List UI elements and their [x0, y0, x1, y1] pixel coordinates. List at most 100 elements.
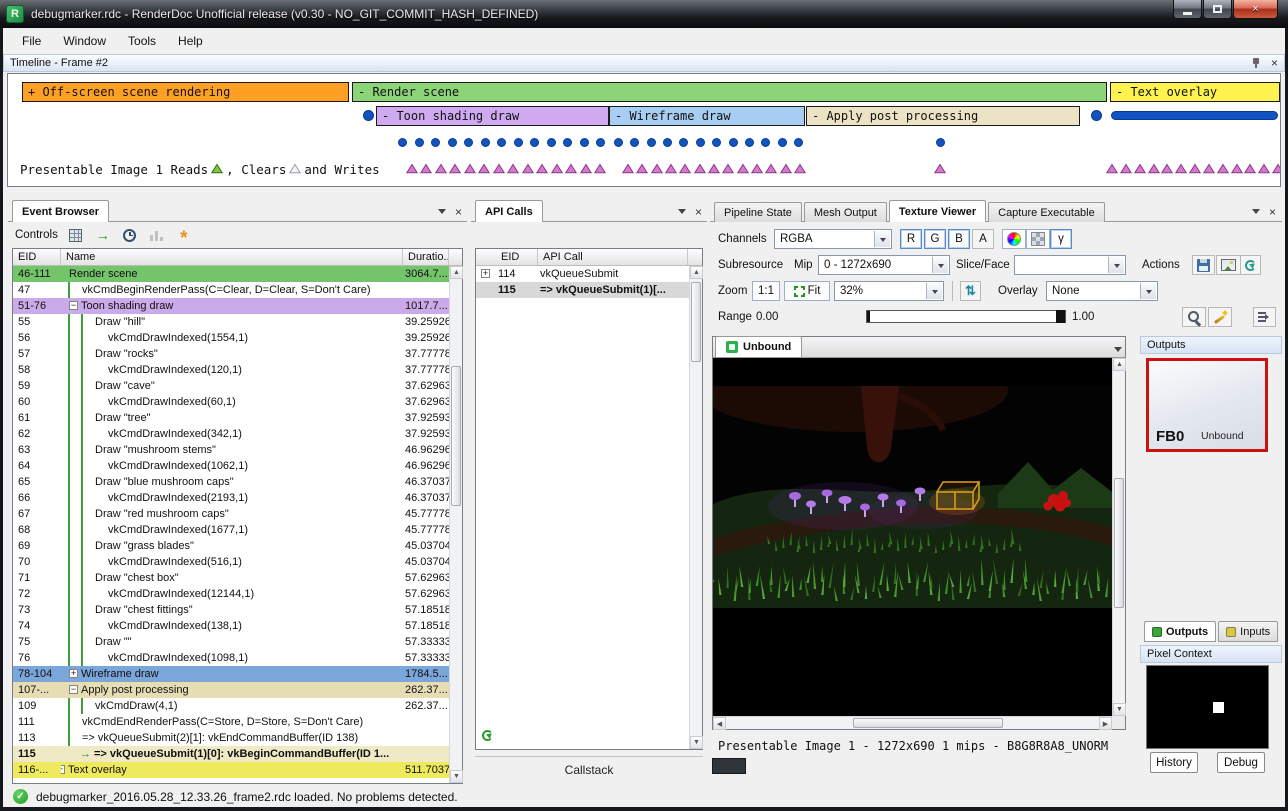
dock-menu-icon[interactable]: [438, 209, 446, 218]
table-row[interactable]: 60vkCmdDrawIndexed(60,1)37.62963: [13, 394, 449, 410]
table-row[interactable]: 109vkCmdDraw(4,1)262.37...: [13, 698, 449, 714]
scroll-thumb[interactable]: [853, 718, 1003, 728]
close-icon[interactable]: ×: [455, 207, 462, 217]
table-row[interactable]: 47vkCmdBeginRenderPass(C=Clear, D=Clear,…: [13, 282, 449, 298]
pixel-context-header[interactable]: Pixel Context: [1140, 645, 1282, 663]
timeline-event-dot[interactable]: [580, 138, 589, 147]
callstack-header[interactable]: Callstack: [475, 756, 703, 782]
scroll-thumb[interactable]: [1114, 478, 1124, 608]
table-row[interactable]: 71Draw "chest box"57.62963: [13, 570, 449, 586]
tab-inputs[interactable]: Inputs: [1218, 621, 1278, 642]
column-header[interactable]: API Call: [538, 249, 688, 265]
table-row[interactable]: 72vkCmdDrawIndexed(12144,1)57.62963: [13, 586, 449, 602]
table-row[interactable]: 63Draw "mushroom stems"46.96296: [13, 442, 449, 458]
outputs-header[interactable]: Outputs: [1140, 336, 1282, 354]
tab-event-browser[interactable]: Event Browser: [12, 200, 109, 222]
timeline-event-dot[interactable]: [464, 138, 473, 147]
scroll-right-icon[interactable]: ▶: [1099, 717, 1112, 730]
channels-select[interactable]: RGBA: [774, 229, 892, 249]
collapse-icon[interactable]: −: [69, 301, 78, 310]
history-button[interactable]: History: [1150, 752, 1198, 773]
table-row[interactable]: 61Draw "tree"37.92593: [13, 410, 449, 426]
timeline-event-dot[interactable]: [679, 138, 688, 147]
table-row[interactable]: 68vkCmdDrawIndexed(1677,1)45.77778: [13, 522, 449, 538]
scroll-up-icon[interactable]: ▲: [450, 266, 463, 279]
texture-image[interactable]: [713, 386, 1112, 608]
timeline-event-dot[interactable]: [745, 138, 754, 147]
table-row[interactable]: 56vkCmdDrawIndexed(1554,1)39.25926: [13, 330, 449, 346]
timeline-event-dot[interactable]: [363, 110, 374, 121]
channel-r-button[interactable]: R: [900, 229, 922, 249]
expand-icon[interactable]: +: [61, 765, 65, 774]
timeline-section[interactable]: - Toon shading draw: [376, 106, 609, 126]
range-black-handle[interactable]: [867, 311, 870, 322]
timeline-event-dot[interactable]: [778, 138, 787, 147]
timeline-section[interactable]: - Wireframe draw: [609, 106, 805, 126]
overlay-select[interactable]: None: [1046, 281, 1158, 301]
table-row[interactable]: 70vkCmdDrawIndexed(516,1)45.03704: [13, 554, 449, 570]
close-icon[interactable]: ×: [1271, 58, 1278, 68]
scroll-down-icon[interactable]: ▼: [450, 770, 463, 783]
dock-menu-icon[interactable]: [678, 209, 686, 218]
timeline-event-dot[interactable]: [530, 138, 539, 147]
autofit-button[interactable]: [1208, 307, 1232, 327]
colorwheel-button[interactable]: [1002, 229, 1026, 249]
timeline-section[interactable]: - Apply post processing: [806, 106, 1080, 126]
timeline-event-dot[interactable]: [936, 138, 945, 147]
timeline-event-dot[interactable]: [547, 138, 556, 147]
menu-item-help[interactable]: Help: [167, 30, 214, 52]
timeline-titlebar[interactable]: Timeline - Frame #2 ×: [3, 54, 1285, 72]
close-button[interactable]: ×: [1233, 0, 1278, 19]
save-button[interactable]: [1192, 255, 1215, 275]
timeline-section[interactable]: - Text overlay: [1110, 82, 1280, 102]
refresh-button[interactable]: [1240, 255, 1261, 275]
event-scrollbar[interactable]: ▲ ▼: [449, 266, 462, 783]
maximize-button[interactable]: [1203, 0, 1232, 19]
texture-hscrollbar[interactable]: ◀ ▶: [713, 716, 1112, 729]
column-header[interactable]: EID: [13, 249, 61, 265]
table-row[interactable]: 64vkCmdDrawIndexed(1062,1)46.96296: [13, 458, 449, 474]
pixel-context-view[interactable]: [1146, 665, 1269, 749]
tab-capture-executable[interactable]: Capture Executable: [988, 202, 1105, 222]
table-row[interactable]: 55Draw "hill"39.25926: [13, 314, 449, 330]
texture-vscrollbar[interactable]: ▲ ▼: [1112, 358, 1125, 716]
stats-button[interactable]: [148, 226, 166, 244]
timeline-event-dot[interactable]: [614, 138, 623, 147]
texture-list-icon[interactable]: [1114, 347, 1122, 356]
range-white-handle[interactable]: [1056, 310, 1065, 323]
time-durations-button[interactable]: [121, 226, 139, 244]
zoom-select[interactable]: 32%: [834, 281, 944, 301]
timeline-canvas[interactable]: Presentable Image 1 Reads , Clears and W…: [7, 73, 1281, 187]
table-row[interactable]: 57Draw "rocks"37.77778: [13, 346, 449, 362]
zoom-1-1-button[interactable]: 1:1: [752, 281, 780, 301]
range-slider[interactable]: [866, 310, 1066, 323]
scroll-thumb[interactable]: [451, 366, 461, 506]
table-row[interactable]: 115→=> vkQueueSubmit(1)[0]: vkBeginComma…: [13, 746, 449, 762]
scroll-left-icon[interactable]: ◀: [713, 717, 726, 730]
timeline-event-dot[interactable]: [497, 138, 506, 147]
table-row[interactable]: 58vkCmdDrawIndexed(120,1)37.77778: [13, 362, 449, 378]
channel-a-button[interactable]: A: [972, 229, 994, 249]
tab-pipeline-state[interactable]: Pipeline State: [714, 202, 802, 222]
timeline-event-dot[interactable]: [431, 138, 440, 147]
collapse-icon[interactable]: −: [69, 685, 78, 694]
menu-item-window[interactable]: Window: [52, 30, 117, 52]
timeline-event-dot[interactable]: [794, 138, 803, 147]
gamma-button[interactable]: γ: [1050, 229, 1072, 249]
table-row[interactable]: 74vkCmdDrawIndexed(138,1)57.18518: [13, 618, 449, 634]
timeline-event-bar[interactable]: [1111, 111, 1278, 120]
scroll-up-icon[interactable]: ▲: [1113, 358, 1126, 371]
fit-button[interactable]: Fit: [784, 281, 830, 301]
minimize-button[interactable]: [1173, 0, 1202, 19]
timeline-event-dot[interactable]: [712, 138, 721, 147]
timeline-section[interactable]: + Off-screen scene rendering: [22, 82, 349, 102]
table-row[interactable]: 116-...+Text overlay511.7037: [13, 762, 449, 778]
timeline-event-dot[interactable]: [448, 138, 457, 147]
table-row[interactable]: 67Draw "red mushroom caps"45.77778: [13, 506, 449, 522]
table-row[interactable]: 78-104+Wireframe draw1784.5...: [13, 666, 449, 682]
export-button[interactable]: [1216, 255, 1241, 275]
table-row[interactable]: 59Draw "cave"37.62963: [13, 378, 449, 394]
table-row[interactable]: 107-...−Apply post processing262.37...: [13, 682, 449, 698]
mip-select[interactable]: 0 - 1272x690: [818, 255, 950, 275]
table-row[interactable]: 115=> vkQueueSubmit(1)[...: [476, 282, 689, 298]
